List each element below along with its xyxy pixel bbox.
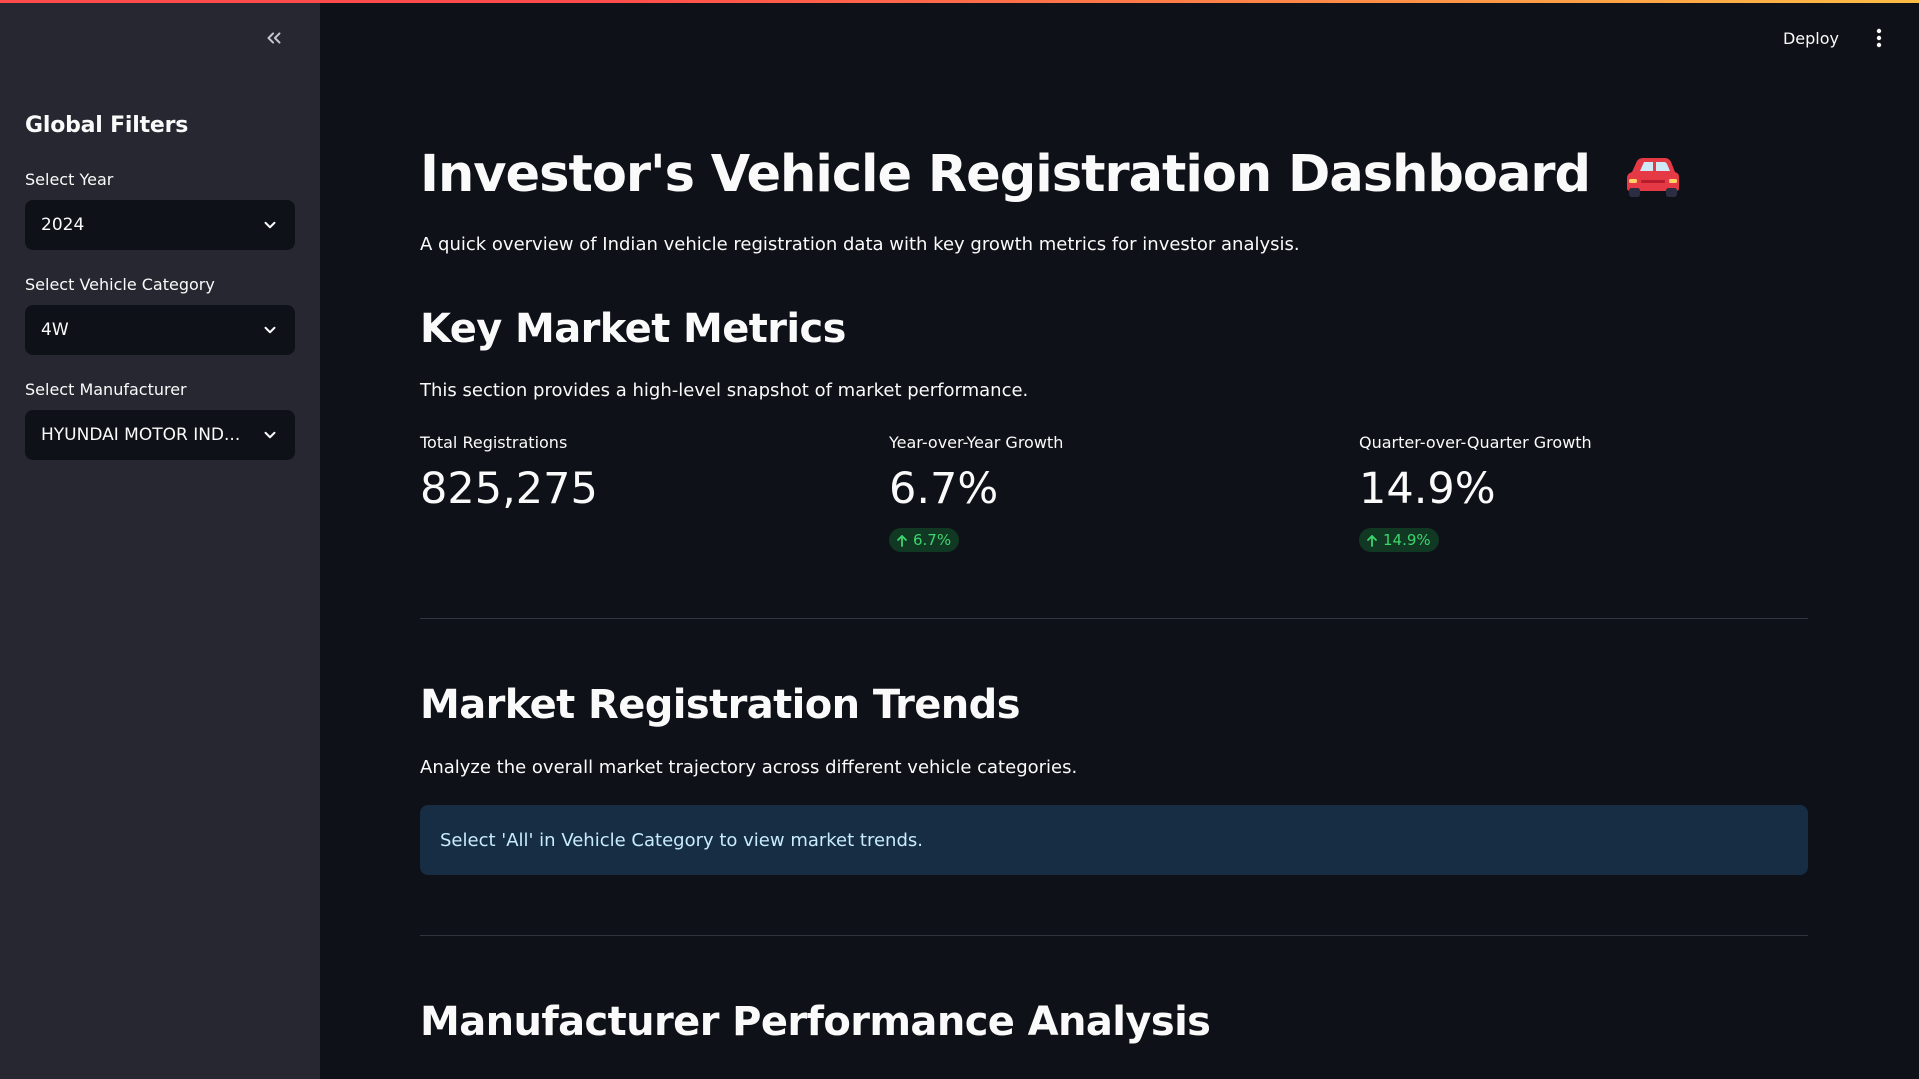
key-metrics-heading: Key Market Metrics bbox=[420, 306, 846, 352]
sidebar-title: Global Filters bbox=[25, 113, 189, 138]
chevron-down-icon bbox=[264, 431, 276, 439]
manufacturer-select[interactable]: HYUNDAI MOTOR IND... bbox=[25, 410, 295, 460]
metric-value: 6.7% bbox=[889, 464, 999, 514]
metric-total-registrations: Total Registrations 825,275 bbox=[420, 433, 840, 514]
metric-label: Quarter-over-Quarter Growth bbox=[1359, 433, 1592, 452]
collapse-sidebar-button[interactable] bbox=[256, 22, 292, 54]
category-select[interactable]: 4W bbox=[25, 305, 295, 355]
section-divider bbox=[420, 935, 1808, 936]
arrow-up-icon bbox=[1367, 534, 1377, 547]
year-select-value: 2024 bbox=[41, 215, 85, 235]
manufacturer-select-value: HYUNDAI MOTOR IND... bbox=[41, 425, 241, 445]
info-alert-text: Select 'All' in Vehicle Category to view… bbox=[440, 829, 923, 851]
metric-value: 14.9% bbox=[1359, 464, 1496, 514]
metric-delta-badge: 14.9% bbox=[1359, 528, 1439, 552]
manufacturer-filter-label: Select Manufacturer bbox=[25, 380, 187, 399]
chevron-down-icon bbox=[264, 326, 276, 334]
section-divider bbox=[420, 618, 1808, 619]
page-subtitle: A quick overview of Indian vehicle regis… bbox=[420, 234, 1300, 255]
sidebar: Global Filters Select Year 2024 Select V… bbox=[0, 0, 320, 1079]
metric-qoq-growth: Quarter-over-Quarter Growth 14.9% 14.9% bbox=[1359, 433, 1779, 552]
metric-delta-value: 6.7% bbox=[913, 531, 952, 549]
key-metrics-description: This section provides a high-level snaps… bbox=[420, 380, 1029, 401]
main-menu-button[interactable] bbox=[1867, 26, 1891, 50]
metric-value: 825,275 bbox=[420, 464, 598, 514]
metric-delta-value: 14.9% bbox=[1383, 531, 1431, 549]
market-trends-heading: Market Registration Trends bbox=[420, 682, 1021, 728]
year-select[interactable]: 2024 bbox=[25, 200, 295, 250]
category-select-value: 4W bbox=[41, 320, 69, 340]
manufacturer-performance-heading: Manufacturer Performance Analysis bbox=[420, 999, 1211, 1045]
category-filter-label: Select Vehicle Category bbox=[25, 275, 215, 294]
kebab-menu-icon bbox=[1876, 28, 1882, 48]
double-chevron-left-icon bbox=[267, 32, 281, 44]
metric-yoy-growth: Year-over-Year Growth 6.7% 6.7% bbox=[889, 433, 1309, 552]
deploy-button[interactable]: Deploy bbox=[1775, 23, 1847, 54]
red-car-icon bbox=[1626, 158, 1679, 197]
top-accent-bar bbox=[0, 0, 1919, 3]
market-trends-description: Analyze the overall market trajectory ac… bbox=[420, 757, 1078, 778]
year-filter-label: Select Year bbox=[25, 170, 114, 189]
info-alert: Select 'All' in Vehicle Category to view… bbox=[420, 805, 1808, 875]
page-title-text: Investor's Vehicle Registration Dashboar… bbox=[420, 145, 1591, 204]
metric-label: Total Registrations bbox=[420, 433, 568, 452]
app-header-actions: Deploy bbox=[1775, 20, 1919, 56]
chevron-down-icon bbox=[264, 221, 276, 229]
page-title: Investor's Vehicle Registration Dashboar… bbox=[420, 145, 1683, 204]
metric-delta-badge: 6.7% bbox=[889, 528, 960, 552]
arrow-up-icon bbox=[897, 534, 907, 547]
metric-label: Year-over-Year Growth bbox=[889, 433, 1064, 452]
